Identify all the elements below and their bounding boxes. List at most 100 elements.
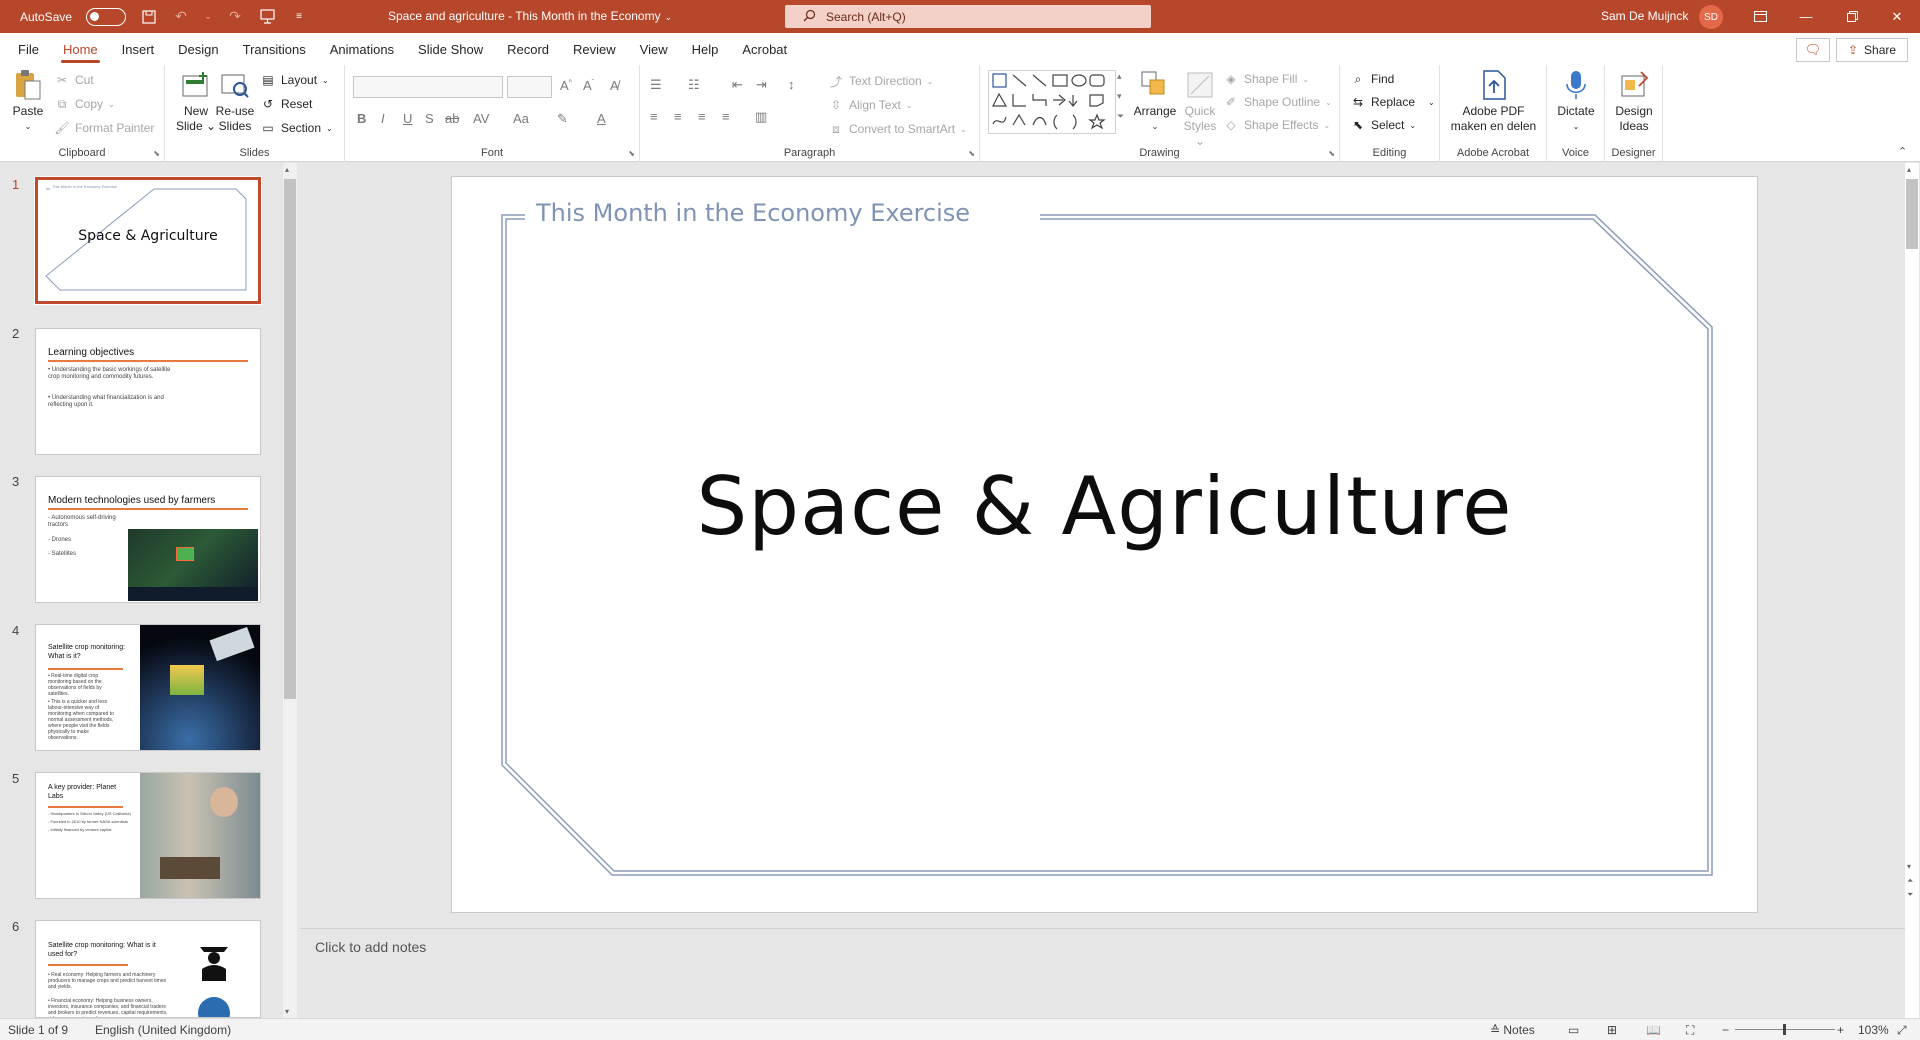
comments-button[interactable]: 🗨 xyxy=(1796,38,1830,62)
slide-thumbnail-4[interactable]: Satellite crop monitoring: What is it? •… xyxy=(35,624,261,751)
shape-effects-button[interactable]: ◇ Shape Effects ⌄ xyxy=(1223,117,1330,133)
main-slide[interactable]: This Month in the Economy Exercise Space… xyxy=(451,176,1758,913)
scroll-down-icon[interactable]: ▾ xyxy=(285,1007,289,1016)
bold-icon[interactable]: B xyxy=(357,111,366,126)
change-case-icon[interactable]: Aa xyxy=(513,111,529,126)
font-name-dropdown[interactable] xyxy=(353,76,503,98)
tab-file[interactable]: File xyxy=(6,33,51,65)
decrease-indent-icon[interactable]: ⇤ xyxy=(732,77,743,93)
scroll-thumb[interactable] xyxy=(284,179,296,699)
slide-sorter-icon[interactable]: ⊞ xyxy=(1607,1023,1617,1037)
convert-smartart-button[interactable]: ⧈ Convert to SmartArt ⌄ xyxy=(828,121,967,137)
autosave-toggle[interactable] xyxy=(86,7,127,26)
previous-slide-icon[interactable]: ⏶ xyxy=(1907,876,1913,886)
slide-thumbnail-2[interactable]: Learning objectives • Understanding the … xyxy=(35,328,261,455)
slide-thumbnail-1[interactable]: This Month in the Economy Exercise Space… xyxy=(34,176,262,305)
minimize-icon[interactable]: — xyxy=(1783,0,1829,33)
format-painter-button[interactable]: 🖌 Format Painter xyxy=(54,120,154,136)
find-button[interactable]: ⌕ Find xyxy=(1350,71,1395,87)
character-spacing-icon[interactable]: AV xyxy=(473,111,489,126)
user-name[interactable]: Sam De Muijnck xyxy=(1601,9,1688,23)
align-text-button[interactable]: ⇳ Align Text ⌄ xyxy=(828,97,913,113)
font-launcher-icon[interactable]: ⬊ xyxy=(628,149,635,158)
design-ideas-button[interactable]: Design Ideas xyxy=(1609,69,1659,134)
italic-icon[interactable]: I xyxy=(381,111,385,126)
customize-qat-icon[interactable]: ≡ xyxy=(290,8,308,26)
tab-design[interactable]: Design xyxy=(166,33,230,65)
tab-review[interactable]: Review xyxy=(561,33,628,65)
select-button[interactable]: ⬉ Select ⌄ xyxy=(1350,117,1416,133)
avatar[interactable]: SD xyxy=(1699,5,1723,29)
notes-placeholder[interactable]: Click to add notes xyxy=(315,939,426,955)
tab-acrobat[interactable]: Acrobat xyxy=(730,33,799,65)
zoom-level[interactable]: 103% xyxy=(1858,1023,1889,1037)
underline-icon[interactable]: U xyxy=(403,111,412,126)
editor-scroll-thumb[interactable] xyxy=(1906,179,1918,249)
ribbon-display-options-icon[interactable] xyxy=(1737,0,1783,33)
highlight-icon[interactable]: ✎ xyxy=(557,111,568,127)
zoom-in-icon[interactable]: + xyxy=(1837,1023,1844,1037)
quick-styles-button[interactable]: Quick Styles ⌄ xyxy=(1180,69,1220,149)
scroll-up-icon[interactable]: ▴ xyxy=(285,165,289,174)
present-from-start-icon[interactable] xyxy=(258,8,276,26)
close-icon[interactable]: ✕ xyxy=(1874,0,1920,33)
new-slide-button[interactable]: New Slide ⌄ xyxy=(175,69,217,134)
shape-fill-button[interactable]: ◈ Shape Fill ⌄ xyxy=(1223,71,1309,87)
tab-record[interactable]: Record xyxy=(495,33,561,65)
line-spacing-icon[interactable]: ↕ xyxy=(788,77,795,92)
document-title[interactable]: Space and agriculture - This Month in th… xyxy=(388,9,672,23)
numbering-icon[interactable]: ☷ xyxy=(688,77,700,93)
slide-title[interactable]: Space & Agriculture xyxy=(452,460,1757,553)
shadow-icon[interactable]: S xyxy=(425,111,434,126)
reading-view-icon[interactable]: 📖 xyxy=(1646,1023,1661,1037)
undo-dropdown-icon[interactable]: ⌄ xyxy=(204,8,212,26)
fit-to-window-icon[interactable]: ⤢ xyxy=(1897,1023,1907,1038)
align-center-icon[interactable]: ≡ xyxy=(674,109,682,124)
paragraph-launcher-icon[interactable]: ⬊ xyxy=(968,149,975,158)
next-slide-icon[interactable]: ⏷ xyxy=(1907,890,1913,900)
reset-button[interactable]: ↺ Reset xyxy=(260,96,312,112)
drawing-launcher-icon[interactable]: ⬊ xyxy=(1328,149,1335,158)
editor-scrollbar[interactable]: ▴ ▾ ⏶ ⏷ xyxy=(1905,163,1919,1018)
tab-insert[interactable]: Insert xyxy=(110,33,167,65)
clear-formatting-icon[interactable]: A̸ xyxy=(610,78,619,93)
editor-scroll-up-icon[interactable]: ▴ xyxy=(1907,165,1911,174)
tab-help[interactable]: Help xyxy=(680,33,731,65)
slide-thumbnail-6[interactable]: Satellite crop monitoring: What is it us… xyxy=(35,920,261,1018)
zoom-slider-thumb[interactable] xyxy=(1783,1024,1786,1035)
normal-view-icon[interactable]: ▭ xyxy=(1568,1023,1579,1037)
tab-transitions[interactable]: Transitions xyxy=(231,33,318,65)
notes-pane[interactable]: Click to add notes xyxy=(300,928,1905,1018)
editor-scroll-down-icon[interactable]: ▾ xyxy=(1907,862,1911,871)
align-right-icon[interactable]: ≡ xyxy=(698,109,706,124)
align-left-icon[interactable]: ≡ xyxy=(650,109,658,124)
collapse-ribbon-icon[interactable]: ⌃ xyxy=(1898,145,1907,158)
slide-thumbnail-3[interactable]: Modern technologies used by farmers - Au… xyxy=(35,476,261,603)
copy-button[interactable]: ⧉ Copy ⌄ xyxy=(54,96,115,112)
undo-icon[interactable]: ↶ xyxy=(172,8,190,26)
tab-home[interactable]: Home xyxy=(51,33,110,65)
font-size-dropdown[interactable] xyxy=(507,76,552,98)
paste-button[interactable]: Paste ⌄ xyxy=(8,69,48,134)
font-color-icon[interactable]: A xyxy=(597,111,606,126)
layout-button[interactable]: ▤ Layout ⌄ xyxy=(260,72,328,88)
decrease-font-icon[interactable]: Aˇ xyxy=(583,78,594,93)
zoom-out-icon[interactable]: − xyxy=(1722,1023,1729,1037)
notes-toggle[interactable]: ≙ Notes xyxy=(1490,1023,1535,1037)
reuse-slides-button[interactable]: Re-use Slides xyxy=(215,69,255,134)
adobe-pdf-button[interactable]: Adobe PDF maken en delen xyxy=(1446,69,1541,134)
text-direction-button[interactable]: ⤴ Text Direction ⌄ xyxy=(828,73,933,89)
cut-button[interactable]: ✂ Cut xyxy=(54,72,94,88)
increase-font-icon[interactable]: A^ xyxy=(560,78,572,93)
slide-header-text[interactable]: This Month in the Economy Exercise xyxy=(536,199,970,227)
gallery-scroll-down-icon[interactable]: ▾ xyxy=(1117,91,1122,102)
restore-icon[interactable] xyxy=(1829,0,1875,33)
redo-icon[interactable]: ↷ xyxy=(226,8,244,26)
gallery-scroll-up-icon[interactable]: ▴ xyxy=(1117,71,1122,82)
tab-view[interactable]: View xyxy=(628,33,680,65)
section-button[interactable]: ▭ Section ⌄ xyxy=(260,120,332,136)
arrange-button[interactable]: Arrange ⌄ xyxy=(1132,69,1178,134)
shapes-gallery[interactable] xyxy=(988,70,1116,134)
increase-indent-icon[interactable]: ⇥ xyxy=(756,77,767,93)
share-button[interactable]: ⇪ Share xyxy=(1836,38,1908,62)
